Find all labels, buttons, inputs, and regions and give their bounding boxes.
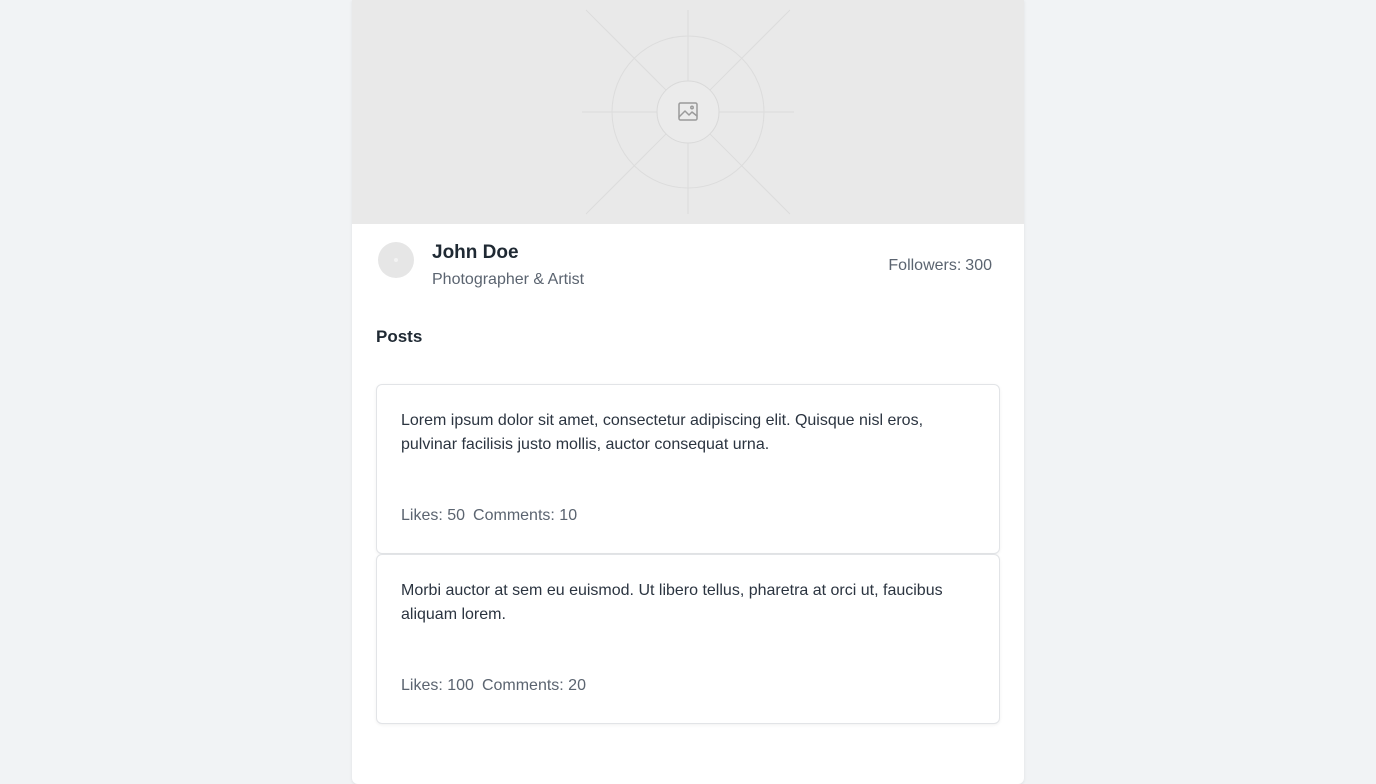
profile-card: John Doe Photographer & Artist Followers… [352,0,1024,784]
post-stats: Likes: 100 Comments: 20 [401,677,594,695]
post-card[interactable]: Morbi auctor at sem eu euismod. Ut liber… [376,554,1000,724]
post-stats: Likes: 50 Comments: 10 [401,507,585,525]
post-card[interactable]: Lorem ipsum dolor sit amet, consectetur … [376,384,1000,554]
followers-label: Followers: [888,257,962,274]
post-comments[interactable]: Comments: 20 [482,677,586,694]
post-likes[interactable]: Likes: 50 [401,507,465,524]
user-name: John Doe [432,242,519,263]
followers-count: Followers: 300 [888,257,992,275]
avatar[interactable] [378,242,414,278]
user-bio: Photographer & Artist [432,271,585,288]
post-likes[interactable]: Likes: 100 [401,677,474,694]
profile-header: John Doe Photographer & Artist Followers… [352,224,1024,304]
posts-heading: Posts [376,327,423,346]
cover-image [352,0,1024,224]
post-comments[interactable]: Comments: 10 [473,507,577,524]
followers-value: 300 [965,257,992,274]
image-placeholder-icon [582,9,794,215]
post-text: Morbi auctor at sem eu euismod. Ut liber… [401,582,943,623]
post-text: Lorem ipsum dolor sit amet, consectetur … [401,412,924,453]
